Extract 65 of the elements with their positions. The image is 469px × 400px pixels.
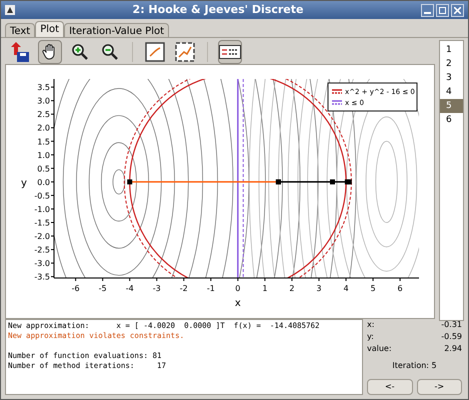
y-tick-label: -2.5 (34, 246, 50, 255)
zoom-in-icon (71, 43, 89, 61)
close-icon (454, 6, 461, 14)
minimize-button[interactable] (421, 4, 434, 16)
iteration-item[interactable]: 6 (440, 113, 463, 127)
info-value: -0.59 (441, 331, 462, 343)
iteration-item[interactable]: 3 (440, 71, 463, 85)
tab[interactable]: Plot (35, 21, 64, 37)
y-tick-label: -1.0 (34, 204, 50, 214)
y-tick-label: 0.5 (37, 164, 50, 174)
y-tick-label: 3.0 (37, 96, 50, 106)
tab[interactable]: Text (5, 23, 36, 37)
iteration-item[interactable]: 5 (440, 99, 463, 113)
y-tick-label: 2.5 (37, 110, 50, 120)
toolbar-button[interactable] (218, 40, 242, 64)
fit-view-icon (145, 42, 165, 62)
app-icon (5, 5, 15, 15)
y-tick-label: 1.0 (37, 150, 50, 160)
x-axis-label: x (234, 298, 241, 309)
y-tick-label: -2.0 (34, 232, 50, 242)
y-tick-label: -1.5 (34, 218, 50, 228)
info-value: -0.31 (441, 319, 462, 331)
y-tick-label: 3.5 (37, 83, 50, 92)
x-tick-label: 0 (235, 284, 240, 293)
tab[interactable]: Iteration-Value Plot (64, 23, 170, 37)
x-tick-label: 6 (398, 284, 403, 293)
x-tick-label: 5 (370, 284, 376, 293)
iteration-item[interactable]: 4 (440, 85, 463, 99)
info-label: y: (367, 331, 374, 343)
toolbar-button[interactable] (173, 40, 197, 64)
close-button[interactable] (451, 4, 464, 16)
x-tick-label: 2 (289, 284, 294, 293)
info-label: x: (367, 319, 374, 331)
save-icon (10, 41, 30, 63)
info-label: value: (367, 343, 392, 355)
x-tick-label: -4 (126, 284, 134, 293)
y-tick-label: 1.5 (37, 137, 50, 146)
y-axis-label: y (21, 178, 27, 189)
step-button[interactable]: -> (416, 379, 462, 395)
iteration-label: Iteration: 5 (391, 360, 438, 372)
y-tick-label: 2.0 (37, 124, 50, 133)
info-value: 2.94 (444, 343, 462, 355)
iteration-item[interactable]: 1 (440, 43, 463, 57)
y-tick-label: -3.5 (34, 272, 50, 282)
x-tick-label: 1 (262, 284, 268, 293)
x-tick-label: 4 (343, 284, 349, 293)
y-tick-label: -3.0 (34, 259, 50, 268)
x-tick-label: 3 (316, 284, 322, 293)
window-title: 2: Hooke & Jeeves' Discrete (132, 2, 304, 18)
iteration-item[interactable]: 2 (440, 57, 463, 71)
x-tick-label: -3 (152, 284, 161, 293)
maximize-button[interactable] (436, 4, 449, 16)
x-tick-label: -6 (72, 284, 80, 293)
toolbar-button[interactable] (143, 40, 167, 64)
y-tick-label: 0.0 (37, 178, 50, 187)
maximize-icon (439, 6, 446, 14)
step-button[interactable]: <- (367, 379, 412, 395)
y-tick-label: -0.5 (34, 191, 50, 200)
legend-icon (219, 45, 241, 59)
zoom-out-icon (101, 43, 119, 61)
x-tick-label: -5 (98, 284, 107, 293)
x-tick-label: -2 (180, 284, 188, 293)
x-tick-label: -1 (206, 284, 215, 293)
toolbar-button[interactable] (38, 40, 62, 64)
fit-data-icon (175, 42, 195, 62)
